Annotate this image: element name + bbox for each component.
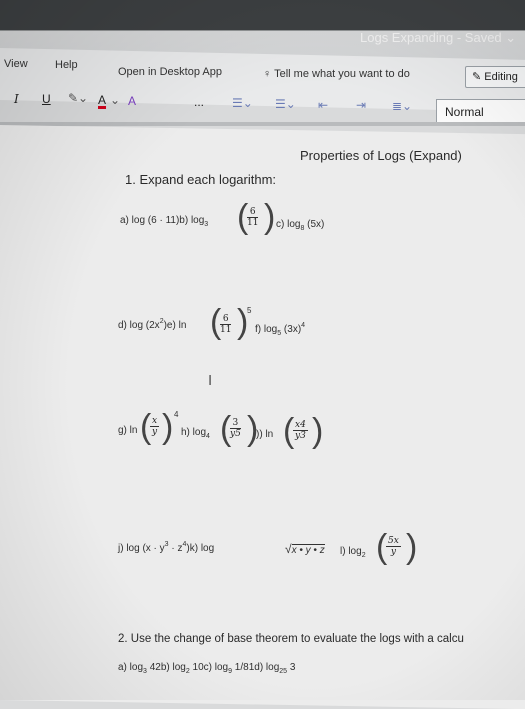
- problem-d-exp: 2: [159, 318, 164, 325]
- fraction-i: x4 y3: [293, 420, 308, 441]
- open-in-desktop-app-button[interactable]: Open in Desktop App: [118, 66, 222, 78]
- problem-j-exp2: 4: [182, 541, 187, 548]
- fraction-h-den: y5: [230, 429, 241, 439]
- problem-l-base: 2: [361, 552, 366, 559]
- problem-f-exp: 4: [301, 322, 306, 329]
- problem-g: g) ln: [118, 425, 138, 436]
- more-options-button[interactable]: ...: [194, 95, 204, 109]
- fraction-g-num: x: [150, 416, 160, 427]
- fraction-h-num: 3: [230, 418, 241, 429]
- q2-d-base: 25: [279, 668, 288, 675]
- sqrt-arg: x • y • z: [291, 544, 325, 556]
- fraction-e-den: 11: [220, 325, 232, 335]
- problem-i: )) ln: [256, 429, 274, 440]
- pencil-icon: ✎: [472, 71, 482, 83]
- style-select-value: Normal: [445, 105, 484, 119]
- problem-f-base: 5: [277, 330, 282, 337]
- question-2: 2. Use the change of base theorem to eva…: [118, 633, 464, 645]
- chevron-down-icon[interactable]: ⌄: [110, 93, 120, 107]
- fraction-g-den: y: [151, 427, 158, 437]
- sqrt-expression: √x • y • z: [285, 542, 325, 556]
- paren-right: ): [312, 412, 324, 450]
- problem-j-k: j) log (x · y3 · z4)k) log: [118, 541, 215, 554]
- q2-b-base: 2: [185, 668, 190, 675]
- decrease-indent-icon[interactable]: ⇤: [318, 98, 328, 112]
- clear-format-button[interactable]: A: [128, 94, 136, 108]
- problem-d-text: d) log (2x: [118, 320, 160, 331]
- lightbulb-icon: ♀: [263, 68, 272, 80]
- q2-a-text: a) log: [118, 662, 144, 673]
- problem-a-b: a) log (6 · 11)b) log3: [120, 215, 209, 228]
- problem-h: h) log4: [181, 427, 210, 440]
- question-2-problems: a) log3 42b) log2 10c) log9 1/81d) log25…: [118, 662, 296, 675]
- title-bar: [0, 0, 525, 30]
- align-icon[interactable]: ≣⌄: [392, 99, 412, 113]
- text-cursor-icon: I: [208, 372, 213, 389]
- problem-j-exp1: 3: [164, 541, 169, 548]
- problem-j-mid: · z: [168, 543, 183, 554]
- document-heading: Properties of Logs (Expand): [300, 148, 462, 163]
- problem-f-arg: (3x): [283, 324, 302, 335]
- problem-c: c) log8 (5x): [276, 219, 325, 232]
- editing-mode-button[interactable]: ✎ Editing: [465, 66, 525, 88]
- q2-d-text: 1/81d) log: [232, 662, 280, 673]
- problem-c-text: c) log: [276, 219, 301, 230]
- q2-b-text: 42b) log: [146, 662, 186, 673]
- font-color-button[interactable]: A: [98, 93, 106, 107]
- increase-indent-icon[interactable]: ⇥: [356, 98, 366, 112]
- problem-h-base: 4: [206, 433, 210, 440]
- underline-button[interactable]: U: [42, 92, 51, 106]
- tell-me-search[interactable]: ♀ Tell me what you want to do: [263, 68, 410, 80]
- problem-j-text: j) log (x · y: [118, 543, 165, 554]
- bullets-icon[interactable]: ☰⌄: [232, 96, 253, 110]
- fraction-b-den: 11: [247, 218, 259, 228]
- problem-b-base: 3: [204, 221, 209, 228]
- paren-right: ): [162, 408, 174, 446]
- document-page[interactable]: [0, 125, 525, 709]
- problem-f-text: f) log: [255, 324, 278, 335]
- document-title-text: Logs Expanding - Saved: [360, 30, 502, 45]
- editing-label: Editing: [484, 71, 518, 83]
- problem-f: f) log5 (3x)4: [255, 322, 306, 337]
- power-e: 5: [247, 306, 252, 315]
- fraction-l-num: 5x: [386, 536, 401, 547]
- fraction-e-num: 6: [220, 314, 232, 325]
- q2-d-arg: 3: [287, 662, 296, 673]
- power-g: 4: [174, 410, 179, 419]
- problem-d-e: d) log (2x2)e) ln: [118, 318, 187, 331]
- problem-e-text: )e) ln: [163, 320, 187, 331]
- problem-h-text: h) log: [181, 427, 207, 438]
- fraction-e: 6 11: [220, 314, 232, 335]
- menu-view[interactable]: View: [4, 58, 28, 70]
- fraction-i-num: x4: [293, 420, 308, 431]
- document-title[interactable]: Logs Expanding - Saved ⌄: [360, 30, 516, 46]
- sqrt-icon: √: [285, 542, 292, 556]
- fraction-b: 6 11: [247, 207, 259, 228]
- fraction-l-den: y: [390, 547, 396, 557]
- q2-a-base: 3: [143, 668, 147, 675]
- fraction-h: 3 y5: [230, 418, 241, 439]
- chevron-down-icon[interactable]: ⌄: [505, 30, 516, 45]
- problem-a-text: a) log (6 · 11)b) log: [120, 215, 205, 226]
- problem-c-base: 8: [300, 225, 305, 232]
- fraction-i-den: y3: [295, 431, 306, 441]
- fraction-g: x y: [150, 416, 160, 437]
- numbering-icon[interactable]: ☰⌄: [275, 97, 296, 111]
- problem-c-arg: (5x): [307, 219, 325, 230]
- fraction-l: 5x y: [386, 536, 401, 557]
- italic-button[interactable]: I: [14, 92, 19, 106]
- highlight-icon[interactable]: ✎⌄: [68, 91, 88, 105]
- q2-c-text: 10c) log: [189, 662, 229, 673]
- fraction-b-num: 6: [247, 207, 259, 218]
- question-1: 1. Expand each logarithm:: [125, 172, 277, 187]
- paren-right: ): [264, 198, 276, 236]
- tell-me-input[interactable]: Tell me what you want to do: [274, 68, 410, 80]
- problem-l: l) log2: [340, 546, 366, 559]
- q2-c-base: 9: [228, 668, 233, 675]
- problem-k-text: )k) log: [186, 543, 215, 554]
- paren-right: ): [406, 528, 418, 566]
- menu-help[interactable]: Help: [55, 59, 78, 71]
- problem-l-text: l) log: [340, 546, 362, 557]
